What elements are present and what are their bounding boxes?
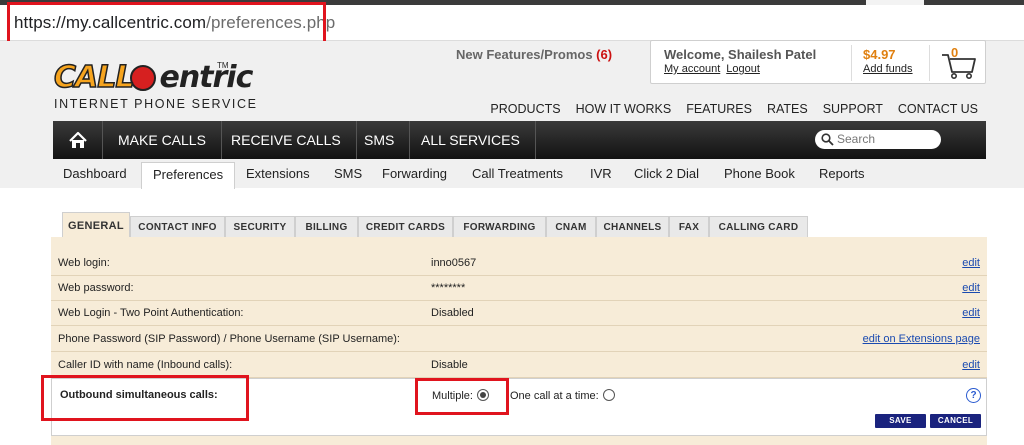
- logo-tagline: INTERNET PHONE SERVICE: [54, 97, 258, 111]
- balance-amount: $4.97: [863, 47, 896, 62]
- tab-billing[interactable]: BILLING: [295, 216, 358, 239]
- subnav-phone-book[interactable]: Phone Book: [724, 162, 795, 188]
- setting-value: Disabled: [431, 307, 474, 319]
- subnav-reports[interactable]: Reports: [819, 162, 865, 188]
- promos-label: New Features/Promos: [456, 47, 593, 62]
- setting-label: Phone Password (SIP Password) / Phone Us…: [58, 333, 400, 345]
- setting-value: inno0567: [431, 257, 477, 269]
- setting-label: Web login:: [58, 257, 110, 269]
- top-nav-how-it-works[interactable]: HOW IT WORKS: [576, 102, 672, 116]
- divider: [929, 45, 930, 81]
- setting-label: Web password:: [58, 282, 134, 294]
- logo-trademark: TM: [217, 61, 229, 70]
- home-button[interactable]: [53, 121, 103, 159]
- edit-web-password-link[interactable]: edit: [962, 282, 980, 294]
- edit-caller-id-link[interactable]: edit: [962, 359, 980, 371]
- tab-fax[interactable]: FAX: [669, 216, 709, 239]
- site-header: CALL entric TM INTERNET PHONE SERVICE New…: [0, 40, 1024, 189]
- add-funds-link[interactable]: Add funds: [863, 63, 913, 75]
- save-button[interactable]: SAVE: [875, 414, 926, 428]
- cart-button[interactable]: 0: [939, 45, 979, 81]
- search-placeholder: Search: [837, 132, 876, 146]
- settings-row-web-password: Web password: ******** edit: [51, 276, 987, 301]
- tab-credit-cards[interactable]: CREDIT CARDS: [358, 216, 453, 239]
- settings-row-phone-password: Phone Password (SIP Password) / Phone Us…: [51, 327, 987, 352]
- subnav-dashboard[interactable]: Dashboard: [63, 162, 127, 188]
- cart-icon: [942, 54, 976, 79]
- search-input[interactable]: Search: [815, 130, 941, 149]
- settings-row-two-point-auth: Web Login - Two Point Authentication: Di…: [51, 301, 987, 326]
- subnav-call-treatments[interactable]: Call Treatments: [472, 162, 563, 188]
- top-nav-products[interactable]: PRODUCTS: [490, 102, 560, 116]
- welcome-text: Welcome, Shailesh Patel: [664, 47, 817, 62]
- search-icon: [821, 133, 834, 146]
- multiple-option-highlight-box: [415, 378, 509, 415]
- top-nav: PRODUCTS HOW IT WORKS FEATURES RATES SUPPORT…: [475, 102, 978, 116]
- tab-contact-info[interactable]: CONTACT INFO: [130, 216, 225, 239]
- edit-on-extensions-page-link[interactable]: edit on Extensions page: [863, 333, 980, 345]
- logout-link[interactable]: Logout: [726, 63, 760, 75]
- logo-centric: entric: [159, 60, 253, 95]
- panel-bottom: [51, 436, 987, 445]
- help-icon[interactable]: ?: [966, 388, 981, 403]
- main-nav-receive-calls[interactable]: RECEIVE CALLS: [216, 121, 357, 159]
- page: https://my.callcentric.com/preferences.p…: [0, 0, 1024, 445]
- top-nav-rates[interactable]: RATES: [767, 102, 808, 116]
- main-nav-all-services[interactable]: ALL SERVICES: [406, 121, 536, 159]
- setting-value: ********: [431, 282, 466, 294]
- edit-two-point-auth-link[interactable]: edit: [962, 307, 980, 319]
- tab-security[interactable]: SECURITY: [225, 216, 295, 239]
- option-one-call[interactable]: One call at a time:: [510, 389, 615, 402]
- subnav-sms[interactable]: SMS: [334, 162, 362, 188]
- radio-one-call[interactable]: [602, 389, 615, 401]
- tab-calling-card[interactable]: CALLING CARD: [709, 216, 808, 239]
- subnav-extensions[interactable]: Extensions: [246, 162, 310, 188]
- tab-general[interactable]: GENERAL: [62, 212, 130, 239]
- callcentric-logo[interactable]: CALL entric TM INTERNET PHONE SERVICE: [53, 60, 284, 117]
- setting-label: Caller ID with name (Inbound calls):: [58, 359, 233, 371]
- edit-web-login-link[interactable]: edit: [962, 257, 980, 269]
- divider: [851, 45, 852, 81]
- subnav-forwarding[interactable]: Forwarding: [382, 162, 447, 188]
- top-nav-contact-us[interactable]: CONTACT US: [898, 102, 978, 116]
- subnav-ivr[interactable]: IVR: [590, 162, 612, 188]
- option-one-call-label: One call at a time:: [510, 390, 599, 402]
- tab-forwarding[interactable]: FORWARDING: [453, 216, 546, 239]
- setting-value: Disable: [431, 359, 468, 371]
- top-nav-support[interactable]: SUPPORT: [823, 102, 883, 116]
- cancel-button[interactable]: CANCEL: [930, 414, 981, 428]
- main-nav-sms[interactable]: SMS: [349, 121, 411, 159]
- tab-channels[interactable]: CHANNELS: [596, 216, 669, 239]
- subnav-click-2-dial[interactable]: Click 2 Dial: [634, 162, 699, 188]
- logo-call: CALL: [53, 60, 135, 96]
- main-nav: MAKE CALLS RECEIVE CALLS SMS ALL SERVICE…: [53, 121, 986, 159]
- my-account-link[interactable]: My account: [664, 63, 720, 75]
- cart-count: 0: [951, 45, 959, 60]
- settings-row-web-login: Web login: inno0567 edit: [51, 251, 987, 276]
- tab-cnam[interactable]: CNAM: [546, 216, 596, 239]
- promos-link[interactable]: New Features/Promos (6): [456, 47, 612, 62]
- account-links: My account Logout: [664, 63, 766, 75]
- promos-count: (6): [596, 47, 613, 62]
- url-highlight-box: [7, 2, 326, 44]
- account-box: Welcome, Shailesh Patel My account Logout…: [650, 40, 986, 84]
- outbound-label-highlight-box: [41, 375, 249, 421]
- main-nav-make-calls[interactable]: MAKE CALLS: [103, 121, 222, 159]
- top-nav-features[interactable]: FEATURES: [686, 102, 752, 116]
- subnav-preferences[interactable]: Preferences: [141, 162, 236, 189]
- setting-label: Web Login - Two Point Authentication:: [58, 307, 244, 319]
- home-icon: [69, 131, 87, 148]
